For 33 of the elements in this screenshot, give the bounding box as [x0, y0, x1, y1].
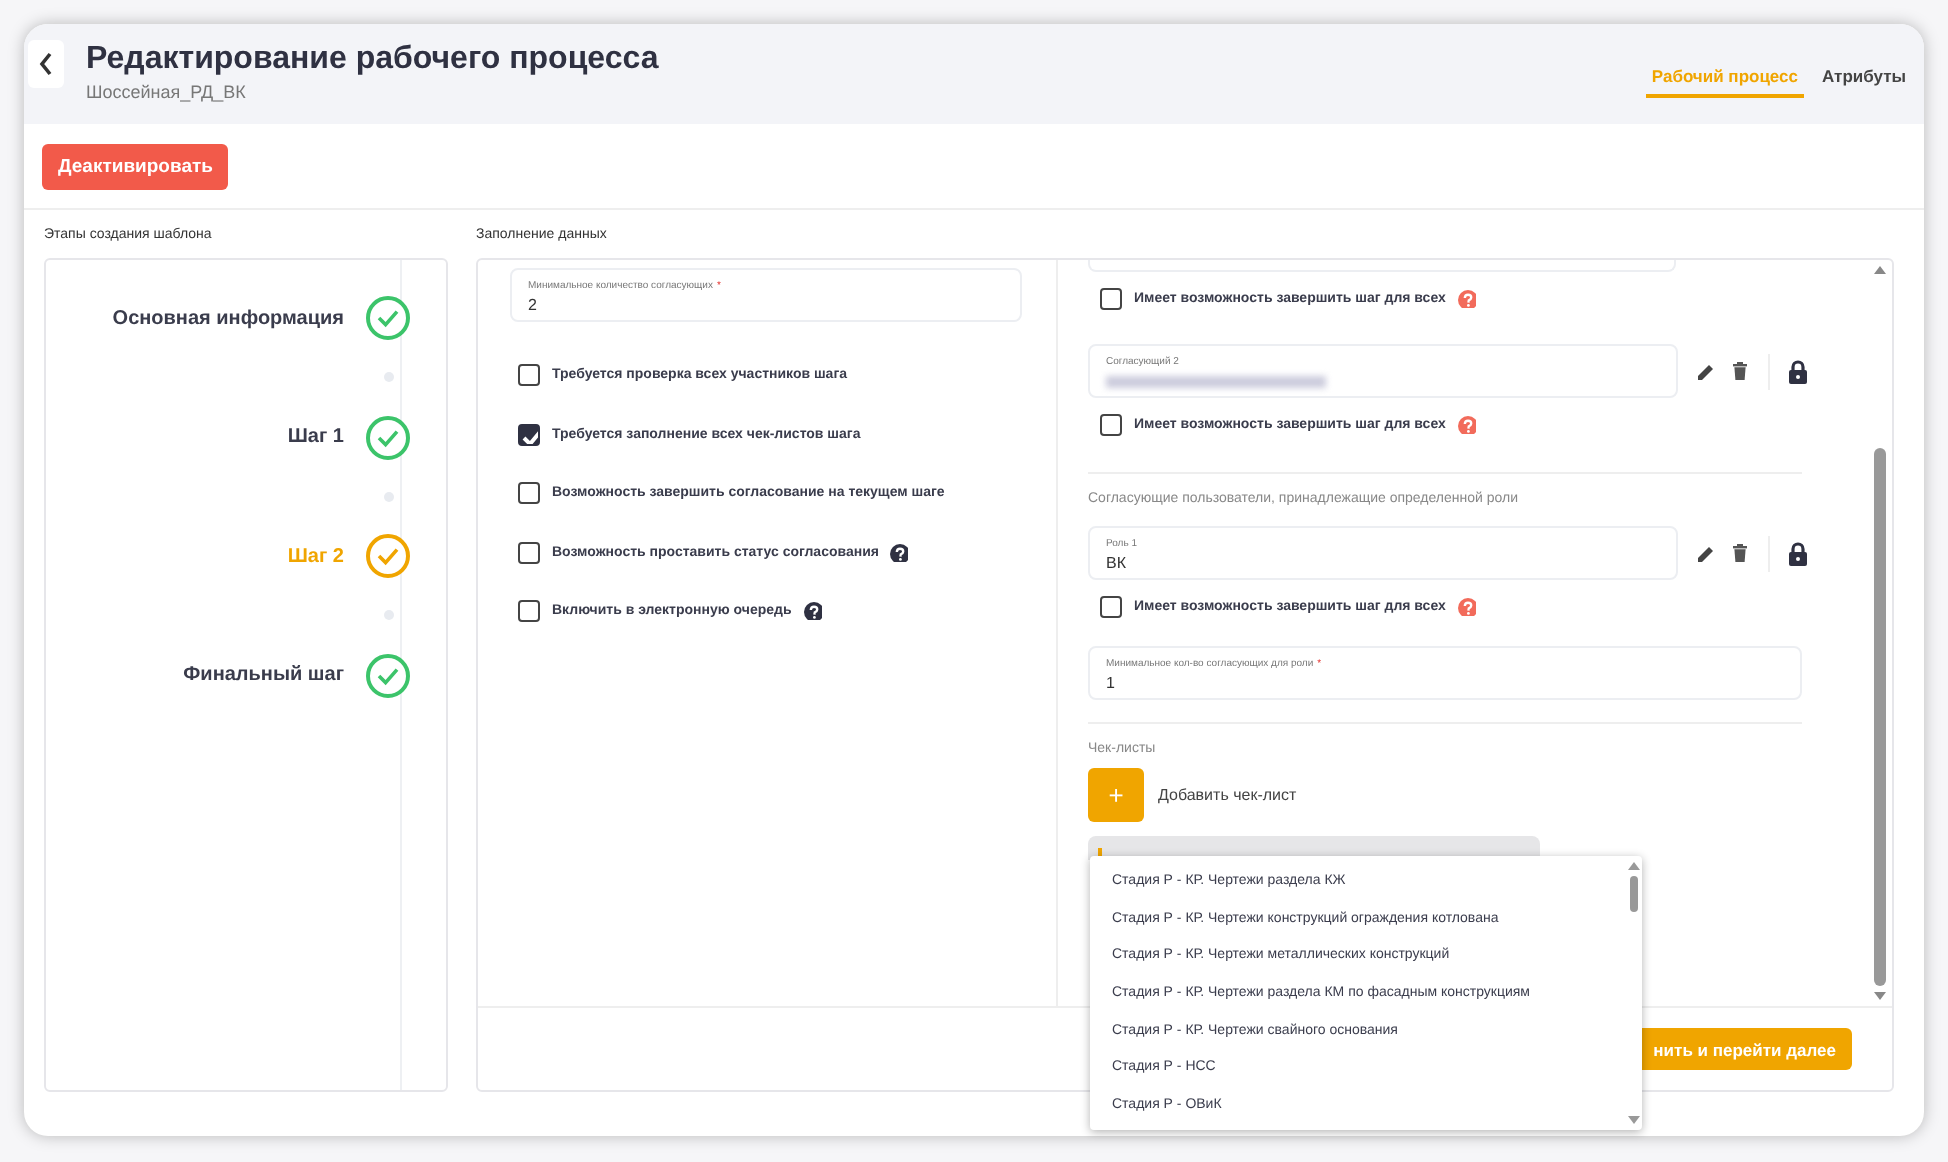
lock-icon[interactable]: [1788, 541, 1808, 565]
checkbox[interactable]: [518, 364, 540, 387]
add-checklist-link[interactable]: Добавить чек-лист: [1158, 786, 1297, 804]
scrollbar-thumb[interactable]: [1874, 448, 1886, 986]
back-button[interactable]: [28, 40, 64, 88]
field-value: 1: [1106, 674, 1117, 692]
page-title: Редактирование рабочего процесса: [86, 42, 659, 78]
step-label[interactable]: Финальный шаг: [183, 664, 344, 686]
lock-icon[interactable]: [1788, 359, 1808, 383]
trash-icon[interactable]: [1732, 543, 1750, 563]
trash-icon[interactable]: [1732, 361, 1750, 381]
step-label[interactable]: Основная информация: [112, 307, 344, 329]
help-icon[interactable]: [890, 543, 909, 562]
checkbox[interactable]: [518, 600, 540, 623]
step-label[interactable]: Шаг 1: [287, 426, 344, 448]
checkbox[interactable]: [518, 423, 540, 446]
pencil-icon[interactable]: [1696, 361, 1714, 381]
checkbox[interactable]: [518, 541, 540, 564]
checkbox[interactable]: [1100, 413, 1122, 435]
checkbox[interactable]: [518, 482, 540, 505]
checkbox[interactable]: [1100, 595, 1122, 617]
scroll-down-icon[interactable]: [1626, 1114, 1642, 1126]
page-subtitle: Шоссейная_РД_ВК: [86, 82, 248, 102]
scroll-up-icon[interactable]: [1872, 264, 1888, 276]
help-icon[interactable]: [803, 602, 822, 621]
pencil-icon[interactable]: [1696, 543, 1714, 563]
scrollbar-thumb[interactable]: [1630, 876, 1638, 912]
tab[interactable]: Атрибуты: [1816, 62, 1912, 98]
scroll-down-icon[interactable]: [1872, 990, 1888, 1002]
field-value: 2: [528, 296, 539, 314]
checkbox[interactable]: [1100, 287, 1122, 309]
field-value: ВК: [1106, 554, 1128, 572]
scroll-up-icon[interactable]: [1626, 860, 1642, 872]
